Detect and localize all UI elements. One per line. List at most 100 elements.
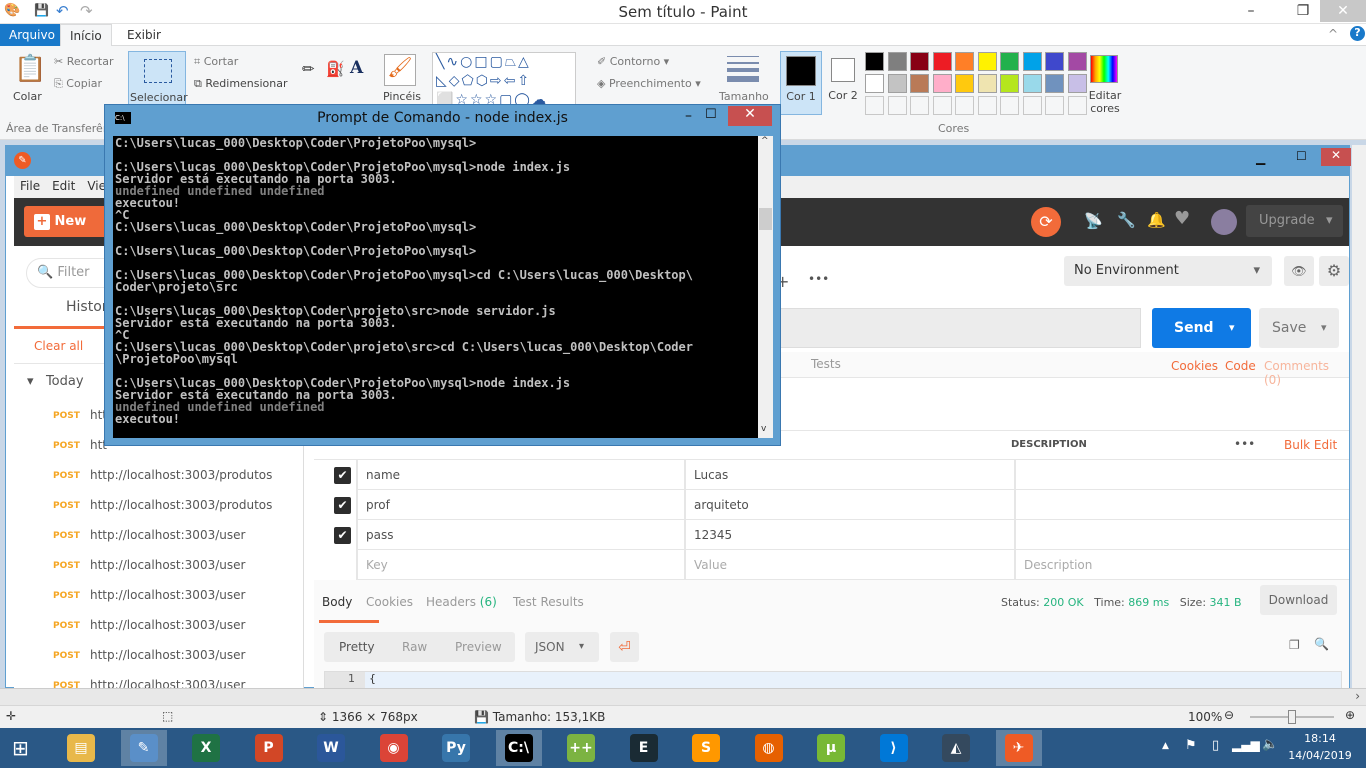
taskbar-vscode[interactable]: ⟩	[871, 730, 917, 766]
palette-custom-slot[interactable]	[955, 96, 974, 115]
palette-custom-slot[interactable]	[865, 96, 884, 115]
palette-color[interactable]	[887, 74, 907, 93]
param-value[interactable]: Lucas	[684, 460, 1014, 490]
cmd-scrollbar[interactable]: ^ v	[758, 136, 773, 438]
history-item[interactable]: POST http://localhost:3003/user	[14, 611, 304, 641]
start-windows-icon[interactable]: ⊞	[12, 736, 29, 760]
palette-custom-slot[interactable]	[977, 96, 997, 115]
palette-custom-slot[interactable]	[887, 96, 907, 115]
view-raw[interactable]: Raw	[402, 632, 427, 662]
taskbar-python[interactable]: Py	[433, 730, 479, 766]
palette-custom-slot[interactable]	[1045, 96, 1064, 115]
outline-dropdown[interactable]: ✐ Contorno ▾	[597, 55, 669, 68]
taskbar-powerpoint[interactable]: P	[246, 730, 292, 766]
crop-button[interactable]: ⌗ Cortar	[194, 55, 238, 69]
resize-button[interactable]: ⧉ Redimensionar	[194, 77, 288, 91]
param-key[interactable]: prof	[356, 490, 684, 520]
response-body-editor[interactable]: 1 {	[324, 671, 1342, 689]
taskbar-postman[interactable]: ✈	[995, 730, 1042, 766]
comments-link[interactable]: Comments (0)	[1264, 359, 1349, 387]
palette-color[interactable]	[1067, 52, 1087, 71]
palette-color[interactable]	[1045, 74, 1064, 93]
taskbar-excel[interactable]: X	[183, 730, 229, 766]
palette-color[interactable]	[1022, 74, 1042, 93]
close-button[interactable]: ✕	[1320, 0, 1366, 22]
palette-color[interactable]	[1045, 52, 1064, 71]
zoom-slider[interactable]	[1250, 710, 1334, 724]
pencil-icon[interactable]: ✏	[302, 60, 315, 78]
copy-icon[interactable]: ❐	[1289, 638, 1300, 652]
minimize-button[interactable]: –	[1228, 0, 1274, 22]
paste-button[interactable]: Colar	[13, 90, 42, 103]
network-signal-icon[interactable]: ▂▄▆	[1232, 738, 1260, 752]
zoom-out-button[interactable]: ⊖	[1224, 708, 1234, 722]
param-key[interactable]: Key	[356, 550, 684, 580]
fill-icon[interactable]: ⛽	[326, 60, 345, 78]
palette-color[interactable]	[932, 52, 952, 71]
palette-color[interactable]	[887, 52, 907, 71]
save-button[interactable]: Save ▾	[1259, 308, 1339, 348]
notifications-wrench-icon[interactable]: 🔧	[1117, 211, 1136, 229]
paint-horizontal-scrollbar[interactable]: ›	[0, 688, 1366, 705]
cut-button[interactable]: ✂ Recortar	[54, 55, 114, 68]
view-pretty[interactable]: Pretty	[339, 632, 375, 662]
close-button[interactable]: ✕	[728, 106, 772, 126]
menu-edit[interactable]: Edit	[46, 176, 81, 193]
size-icon[interactable]	[727, 56, 759, 82]
new-button[interactable]: + New	[24, 206, 114, 237]
tab-inicio[interactable]: Início	[60, 24, 112, 46]
sync-icon[interactable]: ⟳	[1031, 207, 1061, 237]
tab-exibir[interactable]: Exibir	[118, 24, 170, 46]
taskbar-command-prompt[interactable]: C:\	[495, 730, 542, 766]
maximize-button[interactable]: ☐	[705, 107, 717, 122]
format-select[interactable]: JSON ▾	[525, 632, 599, 662]
palette-color[interactable]	[977, 52, 997, 71]
volume-icon[interactable]: 🔈	[1262, 737, 1278, 752]
copy-button[interactable]: ⎘ Copiar	[54, 77, 102, 91]
view-preview[interactable]: Preview	[455, 632, 502, 662]
param-checkbox[interactable]: ✔	[334, 497, 351, 514]
param-description[interactable]	[1014, 490, 1349, 520]
palette-color[interactable]	[1000, 74, 1019, 93]
param-key[interactable]: name	[356, 460, 684, 490]
zoom-slider-thumb[interactable]	[1288, 710, 1296, 724]
color2-button[interactable]	[831, 58, 855, 82]
history-item[interactable]: POST http://localhost:3003/produtos	[14, 461, 304, 491]
palette-color[interactable]	[1000, 52, 1019, 71]
search-icon[interactable]: 🔍	[1314, 637, 1329, 651]
clear-all-link[interactable]: Clear all	[34, 339, 83, 353]
cmd-output[interactable]: C:\Users\lucas_000\Desktop\Coder\Projeto…	[113, 136, 758, 438]
palette-color[interactable]	[1022, 52, 1042, 71]
param-description[interactable]	[1014, 460, 1349, 490]
tab-arquivo[interactable]: Arquivo	[0, 24, 64, 46]
collapse-ribbon-icon[interactable]: ^	[1328, 27, 1338, 41]
response-tab-headers[interactable]: Headers (6)	[426, 595, 497, 609]
eye-icon[interactable]: 👁	[1284, 256, 1314, 286]
clock-time[interactable]: 18:14	[1290, 732, 1350, 745]
edit-colors-icon[interactable]	[1090, 55, 1118, 83]
shapes-gallery[interactable]: ╲∿○□▢⏢△ ◺◇⬠⬡⇨⇦⇧ ⬜☆☆☆▢◯☁	[432, 52, 576, 106]
taskbar-sublime-text[interactable]: S	[683, 730, 729, 766]
taskbar-chrome[interactable]: ◉	[371, 730, 417, 766]
more-tabs-icon[interactable]: •••	[808, 272, 829, 286]
param-key[interactable]: pass	[356, 520, 684, 550]
tab-tests[interactable]: Tests	[811, 357, 841, 371]
palette-color[interactable]	[910, 74, 929, 93]
bulk-edit-link[interactable]: Bulk Edit	[1284, 438, 1337, 452]
history-group-today[interactable]: ▾ Today	[27, 374, 84, 389]
palette-custom-slot[interactable]	[1067, 96, 1087, 115]
send-button[interactable]: Send ▾	[1152, 308, 1251, 348]
brushes-icon[interactable]: 🖌	[384, 54, 416, 86]
action-center-icon[interactable]: ⚑	[1185, 738, 1197, 753]
minimize-button[interactable]: –	[685, 108, 692, 124]
code-link[interactable]: Code	[1225, 359, 1256, 373]
history-item[interactable]: POST http://localhost:3003/produtos	[14, 491, 304, 521]
show-hidden-icons[interactable]: ▲	[1162, 741, 1169, 751]
param-checkbox[interactable]: ✔	[334, 527, 351, 544]
maximize-button[interactable]: ☐	[1296, 149, 1307, 163]
environment-select[interactable]: No Environment ▾	[1064, 256, 1272, 286]
history-item[interactable]: POST http://localhost:3003/user	[14, 581, 304, 611]
param-value[interactable]: 12345	[684, 520, 1014, 550]
param-checkbox[interactable]: ✔	[334, 467, 351, 484]
more-options-icon[interactable]: •••	[1234, 437, 1255, 451]
